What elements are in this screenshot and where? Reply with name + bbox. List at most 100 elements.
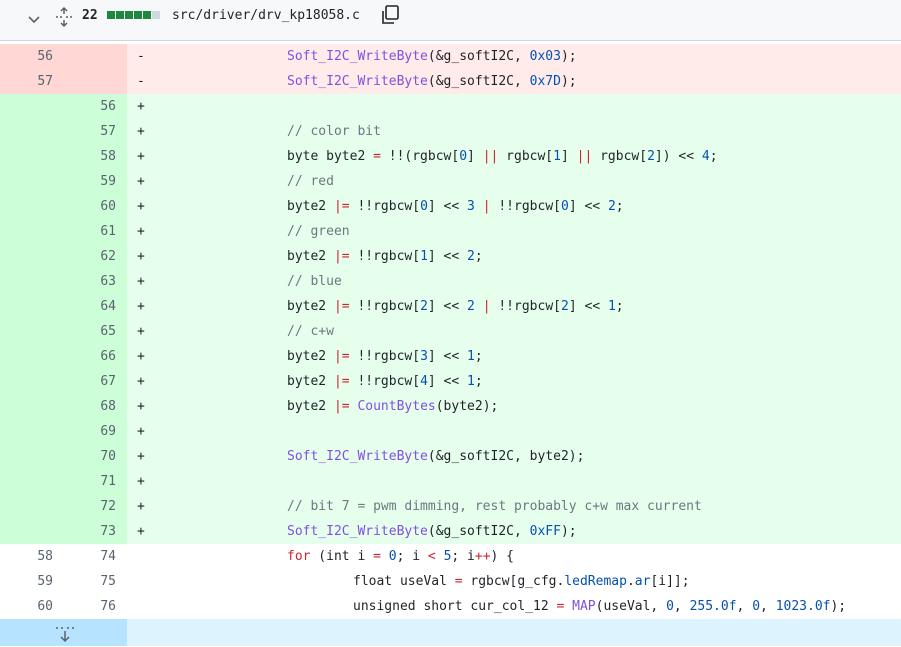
new-line-number[interactable]: 58 bbox=[64, 144, 116, 169]
old-line-number[interactable] bbox=[0, 344, 53, 369]
old-line-number[interactable]: 57 bbox=[0, 69, 53, 94]
code-token: byte2 bbox=[287, 349, 334, 364]
new-line-number[interactable]: 64 bbox=[64, 294, 116, 319]
unfold-icon[interactable] bbox=[55, 7, 73, 27]
code-line: byte2 |= !!rgbcw[4] << 1; bbox=[287, 369, 483, 394]
diff-line-add: 64 + byte2 |= !!rgbcw[2] << 2 | !!rgbcw[2]… bbox=[0, 294, 901, 319]
new-line-number[interactable]: 62 bbox=[64, 244, 116, 269]
code-token: |= bbox=[333, 299, 350, 314]
new-line-number[interactable] bbox=[64, 69, 116, 94]
old-line-number[interactable] bbox=[0, 519, 53, 544]
diff-sign: + bbox=[137, 524, 145, 539]
new-line-number[interactable]: 67 bbox=[64, 369, 116, 394]
new-line-number[interactable]: 69 bbox=[64, 419, 116, 444]
diff-line-add: 58 + byte byte2 = !!(rgbcw[0] || rgbcw[1] … bbox=[0, 144, 901, 169]
code-token: ; i bbox=[451, 549, 475, 564]
code-line: byte2 |= !!rgbcw[0] << 3 | !!rgbcw[0] <<… bbox=[287, 194, 624, 219]
code-token: , bbox=[760, 599, 776, 614]
old-line-number[interactable] bbox=[0, 469, 53, 494]
old-line-number[interactable] bbox=[0, 294, 53, 319]
code-token: // c+w bbox=[287, 324, 334, 339]
old-line-number[interactable]: 56 bbox=[0, 44, 53, 69]
old-line-number[interactable] bbox=[0, 394, 53, 419]
old-line-number[interactable] bbox=[0, 494, 53, 519]
old-line-number[interactable] bbox=[0, 419, 53, 444]
new-line-number[interactable]: 56 bbox=[64, 94, 116, 119]
new-line-number[interactable]: 75 bbox=[64, 569, 116, 594]
new-line-number[interactable]: 74 bbox=[64, 544, 116, 569]
code-token: 0 bbox=[666, 599, 674, 614]
old-line-number[interactable] bbox=[0, 219, 53, 244]
old-line-number[interactable] bbox=[0, 244, 53, 269]
code-token: ] << bbox=[568, 199, 608, 214]
file-path[interactable]: src/driver/drv_kp18058.c bbox=[172, 8, 360, 23]
old-line-number[interactable] bbox=[0, 444, 53, 469]
fold-down-icon[interactable] bbox=[55, 625, 75, 643]
code-token: unsigned short cur_col_12 bbox=[353, 599, 557, 614]
code-token: 0x03 bbox=[529, 49, 561, 64]
new-line-number[interactable]: 57 bbox=[64, 119, 116, 144]
old-line-number[interactable] bbox=[0, 94, 53, 119]
code-token: . bbox=[626, 574, 635, 589]
code-token: // blue bbox=[287, 274, 342, 289]
code-token: 2 bbox=[420, 299, 428, 314]
diff-sign: + bbox=[137, 449, 145, 464]
diff-line-ctx: 59 75 float useVal = rgbcw[g_cfg.ledRemap.… bbox=[0, 569, 901, 594]
chevron-down-icon[interactable] bbox=[26, 11, 42, 27]
diffstat-bar bbox=[107, 11, 160, 19]
code-line: byte2 |= CountBytes(byte2); bbox=[287, 394, 498, 419]
code-token: byte2 bbox=[287, 399, 334, 414]
code-token: 1 bbox=[420, 249, 428, 264]
code-token: !!rgbcw[ bbox=[490, 199, 561, 214]
copy-icon[interactable] bbox=[379, 4, 401, 26]
code-line: // red bbox=[287, 169, 334, 194]
changes-count: 22 bbox=[82, 8, 98, 23]
code-token: ] bbox=[467, 149, 483, 164]
new-line-number[interactable]: 71 bbox=[64, 469, 116, 494]
new-line-number[interactable]: 60 bbox=[64, 194, 116, 219]
old-line-number[interactable]: 59 bbox=[0, 569, 53, 594]
new-line-number[interactable]: 76 bbox=[64, 594, 116, 619]
code-token: |= bbox=[333, 399, 350, 414]
new-line-number[interactable]: 59 bbox=[64, 169, 116, 194]
code-line: // color bit bbox=[287, 119, 381, 144]
old-line-number[interactable] bbox=[0, 194, 53, 219]
diffstat-block-add bbox=[125, 11, 133, 19]
diff-sign: + bbox=[137, 149, 145, 164]
new-line-number[interactable]: 61 bbox=[64, 219, 116, 244]
new-line-number[interactable] bbox=[64, 44, 116, 69]
code-token: 255.0f bbox=[689, 599, 737, 614]
code-token: !!rgbcw[ bbox=[349, 249, 421, 264]
old-line-number[interactable]: 60 bbox=[0, 594, 53, 619]
old-line-number[interactable] bbox=[0, 269, 53, 294]
diff-sign: + bbox=[137, 199, 145, 214]
code-line: // bit 7 = pwm dimming, rest probably c+… bbox=[287, 494, 702, 519]
old-line-number[interactable] bbox=[0, 119, 53, 144]
new-line-number[interactable]: 70 bbox=[64, 444, 116, 469]
code-token: || bbox=[576, 149, 593, 164]
code-token: (int i bbox=[310, 549, 374, 564]
old-line-number[interactable] bbox=[0, 169, 53, 194]
new-line-number[interactable]: 73 bbox=[64, 519, 116, 544]
code-token: !!rgbcw[ bbox=[349, 374, 421, 389]
code-token: // color bit bbox=[287, 124, 381, 139]
new-line-number[interactable]: 68 bbox=[64, 394, 116, 419]
new-line-number[interactable]: 72 bbox=[64, 494, 116, 519]
new-line-number[interactable]: 63 bbox=[64, 269, 116, 294]
new-line-number[interactable]: 65 bbox=[64, 319, 116, 344]
old-line-number[interactable] bbox=[0, 144, 53, 169]
old-line-number[interactable] bbox=[0, 369, 53, 394]
code-token: 0xFF bbox=[529, 524, 561, 539]
code-line: for (int i = 0; i < 5; i++) { bbox=[287, 544, 514, 569]
code-line: Soft_I2C_WriteByte(&g_softI2C, 0xFF); bbox=[287, 519, 577, 544]
code-token: rgbcw[ bbox=[498, 149, 554, 164]
old-line-number[interactable] bbox=[0, 319, 53, 344]
diff-line-add: 67 + byte2 |= !!rgbcw[4] << 1; bbox=[0, 369, 901, 394]
diff-sign: + bbox=[137, 99, 145, 114]
old-line-number[interactable]: 58 bbox=[0, 544, 53, 569]
code-token: |= bbox=[333, 374, 350, 389]
new-line-number[interactable]: 66 bbox=[64, 344, 116, 369]
diff-line-ctx: 60 76 unsigned short cur_col_12 = MAP(useV… bbox=[0, 594, 901, 619]
code-line: Soft_I2C_WriteByte(&g_softI2C, 0x7D); bbox=[287, 69, 577, 94]
